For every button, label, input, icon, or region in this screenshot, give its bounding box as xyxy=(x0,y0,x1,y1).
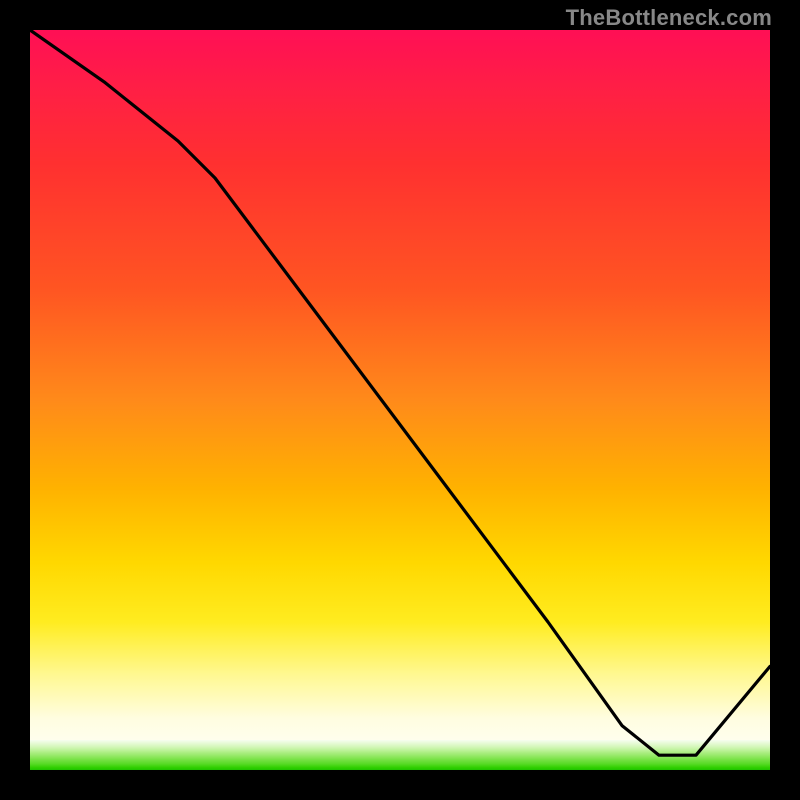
plot-area xyxy=(30,30,770,770)
frame-right xyxy=(770,0,800,800)
chart-container: TheBottleneck.com xyxy=(0,0,800,800)
frame-top xyxy=(0,0,800,30)
data-curve xyxy=(30,30,770,770)
green-band-strip xyxy=(30,740,770,770)
frame-bottom xyxy=(0,770,800,800)
frame-left xyxy=(0,0,30,800)
